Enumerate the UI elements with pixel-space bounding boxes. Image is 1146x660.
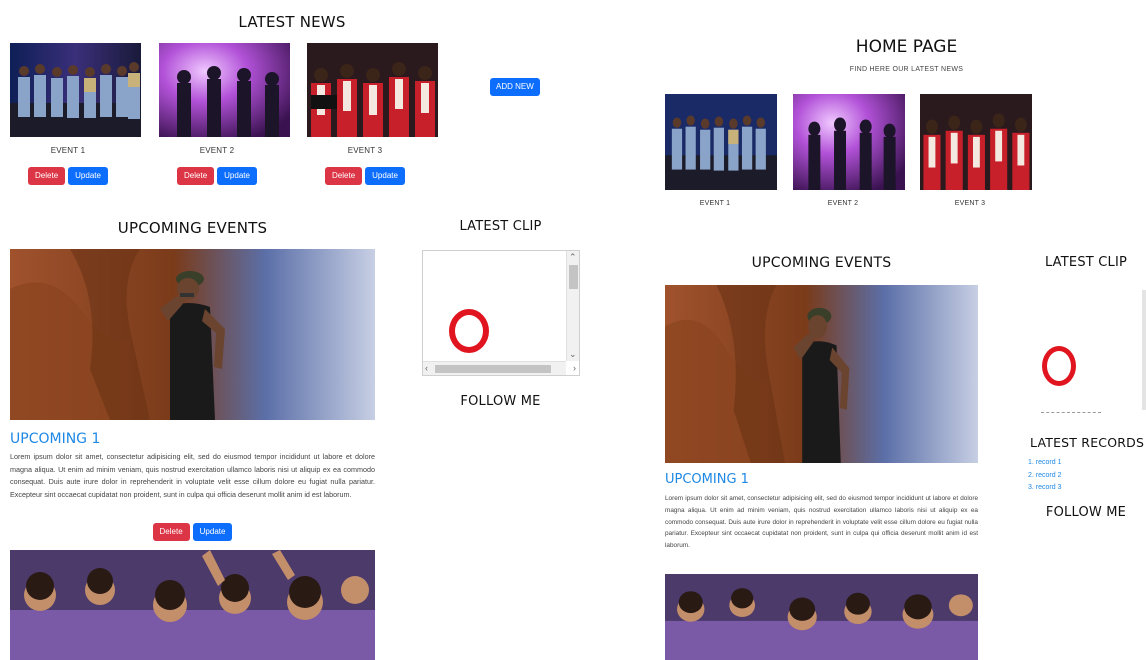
opera-logo-icon (449, 309, 489, 353)
latest-news-title: LATEST NEWS (238, 13, 346, 31)
scroll-left-arrow-icon[interactable]: ‹ (425, 364, 428, 373)
event-1-caption: EVENT 1 (50, 146, 86, 155)
latest-records-title: LATEST RECORDS (1030, 435, 1145, 450)
follow-me-title: FOLLOW ME (460, 394, 541, 409)
event-1-actions: Delete Update (10, 167, 126, 185)
right-clip-scrollbar[interactable] (1142, 290, 1146, 410)
right-upcoming-2-image (665, 574, 978, 660)
right-event-2-caption: EVENT 2 (827, 200, 859, 207)
right-clip-divider (1041, 412, 1101, 414)
event-3-caption: EVENT 3 (347, 146, 383, 155)
clip-horizontal-scroll-thumb[interactable] (435, 365, 551, 373)
event-3-delete-button[interactable]: Delete (325, 167, 363, 185)
right-upcoming-1-image (665, 285, 978, 463)
event-3-actions: Delete Update (307, 167, 423, 185)
add-new-button[interactable]: ADD NEW (490, 78, 540, 96)
upcoming-2-image (10, 550, 375, 660)
event-3-update-button[interactable]: Update (365, 167, 405, 185)
event-3-image (307, 43, 438, 137)
event-1-image (10, 43, 141, 137)
event-2-actions: Delete Update (159, 167, 275, 185)
scroll-right-arrow-icon[interactable]: › (573, 364, 576, 373)
right-latest-clip-title: LATEST CLIP (1044, 255, 1128, 270)
upcoming-1-description: Lorem ipsum dolor sit amet, consectetur … (10, 452, 375, 499)
event-1-delete-button[interactable]: Delete (28, 167, 66, 185)
record-link[interactable]: 3. record 3 (1028, 482, 1061, 495)
clip-vertical-scrollbar[interactable]: ⌃ ⌄ (566, 251, 579, 361)
event-2-image (159, 43, 290, 137)
scroll-down-arrow-icon[interactable]: ⌄ (569, 350, 577, 359)
latest-clip-title: LATEST CLIP (459, 219, 542, 234)
event-1-update-button[interactable]: Update (68, 167, 108, 185)
upcoming-1-heading[interactable]: UPCOMING 1 (10, 431, 100, 447)
right-event-1-image (665, 94, 777, 190)
clip-vertical-scroll-thumb[interactable] (569, 265, 578, 289)
home-page-title: HOME PAGE (855, 37, 958, 57)
home-page-subtitle: FIND HERE OUR LATEST NEWS (849, 66, 964, 73)
event-2-delete-button[interactable]: Delete (177, 167, 215, 185)
event-2-caption: EVENT 2 (199, 146, 235, 155)
upcoming-events-title: UPCOMING EVENTS (117, 219, 268, 237)
upcoming-1-actions: Delete Update (10, 523, 375, 541)
record-link[interactable]: 2. record 2 (1028, 470, 1061, 483)
latest-clip-frame[interactable]: ⌃ ⌄ ‹ › (422, 250, 580, 376)
right-event-2-image (793, 94, 905, 190)
right-event-3-image (920, 94, 1032, 190)
right-upcoming-events-title: UPCOMING EVENTS (751, 255, 892, 271)
scroll-up-arrow-icon[interactable]: ⌃ (569, 253, 577, 262)
right-upcoming-1-heading[interactable]: UPCOMING 1 (665, 472, 749, 487)
right-upcoming-1-description: Lorem ipsum dolor sit amet, consectetur … (665, 495, 978, 550)
upcoming-1-update-button[interactable]: Update (192, 523, 233, 541)
records-list: 1. record 1 2. record 2 3. record 3 (1028, 457, 1061, 495)
right-event-3-caption: EVENT 3 (954, 200, 986, 207)
right-follow-me-title: FOLLOW ME (1045, 505, 1127, 520)
clip-horizontal-scrollbar[interactable]: ‹ › (423, 361, 576, 375)
upcoming-1-image (10, 249, 375, 420)
upcoming-1-delete-button[interactable]: Delete (152, 523, 190, 541)
record-link[interactable]: 1. record 1 (1028, 457, 1061, 470)
event-2-update-button[interactable]: Update (217, 167, 257, 185)
right-event-1-caption: EVENT 1 (699, 200, 731, 207)
right-opera-logo-icon (1042, 346, 1076, 386)
